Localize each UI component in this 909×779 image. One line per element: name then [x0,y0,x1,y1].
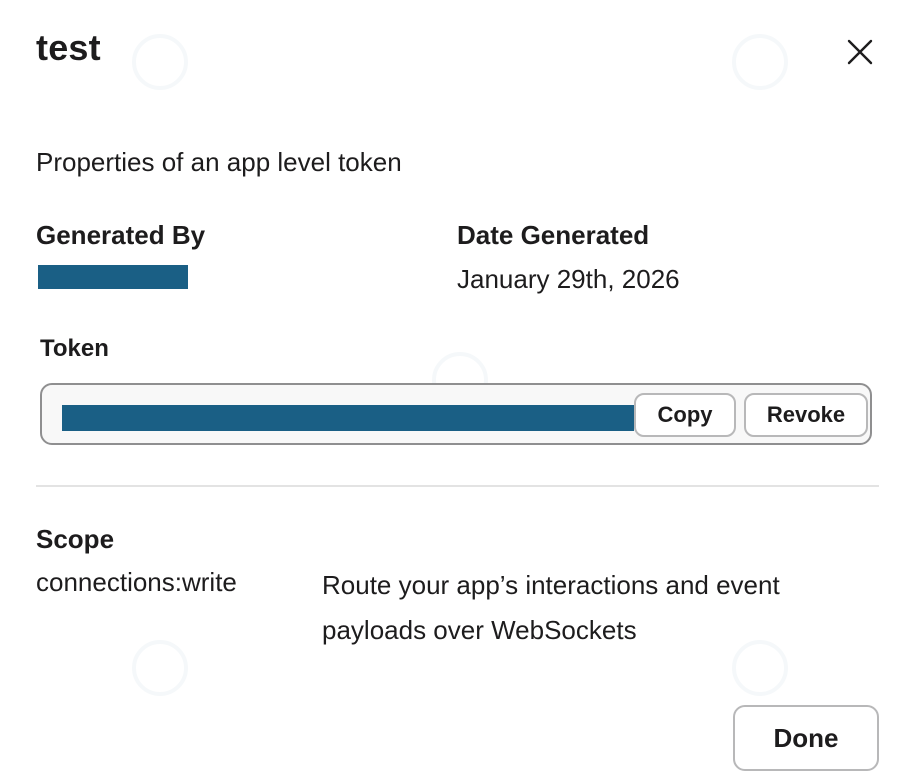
token-field[interactable]: Copy Revoke [40,383,872,445]
token-label: Token [40,335,109,362]
scope-label: Scope [36,524,115,554]
revoke-button[interactable]: Revoke [744,393,868,437]
scope-name: connections:write [36,567,237,597]
date-generated-label: Date Generated [457,220,650,250]
token-properties-dialog: test Properties of an app level token Ge… [0,0,909,779]
dialog-title: test [36,27,101,68]
section-divider [36,485,879,487]
generated-by-redaction [38,265,188,289]
token-redaction [62,405,634,431]
close-icon [847,39,873,65]
dialog-subtitle: Properties of an app level token [36,147,402,177]
copy-button[interactable]: Copy [634,393,736,437]
close-button[interactable] [838,30,882,74]
date-generated-value: January 29th, 2026 [457,264,680,294]
generated-by-label: Generated By [36,220,206,250]
scope-description: Route your app’s interactions and event … [322,570,780,645]
done-button[interactable]: Done [733,705,879,771]
